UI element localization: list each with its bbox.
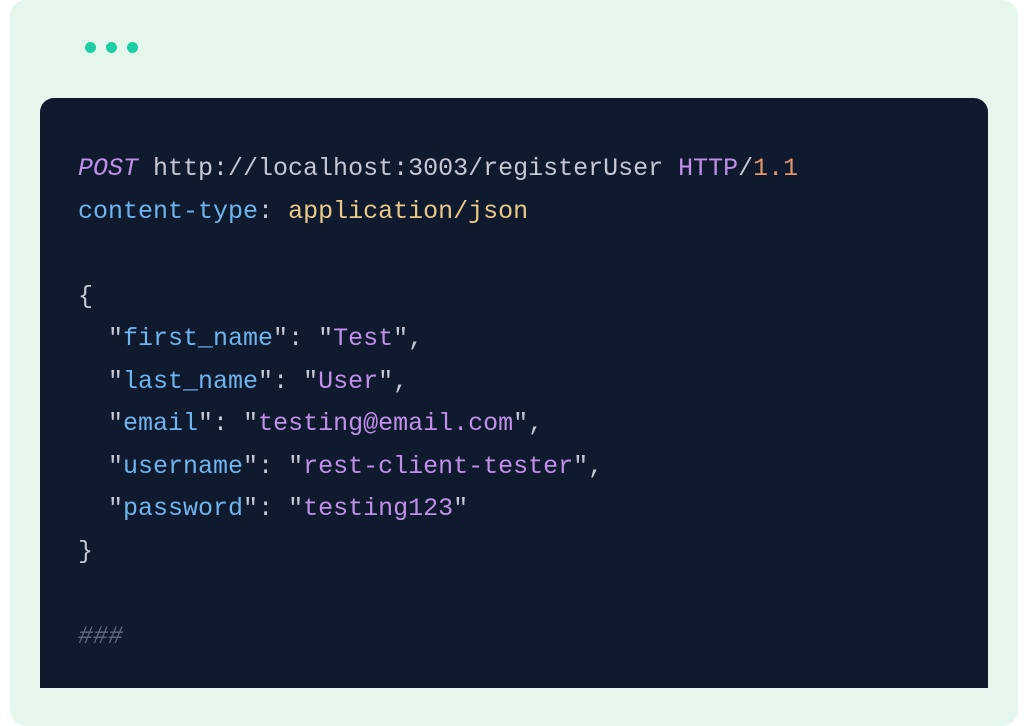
json-field-line: "email": "testing@email.com", xyxy=(78,403,950,446)
json-value: testing@email.com xyxy=(258,409,513,438)
header-line: content-type: application/json xyxy=(78,191,950,234)
json-value: rest-client-tester xyxy=(303,452,573,481)
traffic-light-dot-icon[interactable] xyxy=(85,42,96,53)
json-key: first_name xyxy=(123,324,273,353)
json-field-line: "first_name": "Test", xyxy=(78,318,950,361)
protocol-separator: / xyxy=(738,154,753,183)
request-separator: ### xyxy=(78,616,950,659)
json-key: last_name xyxy=(123,367,258,396)
json-key: email xyxy=(123,409,198,438)
header-name: content-type xyxy=(78,197,258,226)
json-value: testing123 xyxy=(303,494,453,523)
window-traffic-lights xyxy=(85,42,138,53)
json-field-line: "password": "testing123" xyxy=(78,488,950,531)
json-key: username xyxy=(123,452,243,481)
request-line: POST http://localhost:3003/registerUser … xyxy=(78,148,950,191)
traffic-light-dot-icon[interactable] xyxy=(106,42,117,53)
editor-window: POST http://localhost:3003/registerUser … xyxy=(10,0,1018,726)
http-method: POST xyxy=(78,154,138,183)
json-open-brace: { xyxy=(78,276,950,319)
json-value: User xyxy=(318,367,378,396)
json-field-line: "username": "rest-client-tester", xyxy=(78,446,950,489)
traffic-light-dot-icon[interactable] xyxy=(127,42,138,53)
json-field-line: "last_name": "User", xyxy=(78,361,950,404)
header-separator: : xyxy=(258,197,273,226)
protocol-version: 1.1 xyxy=(753,154,798,183)
blank-line xyxy=(78,573,950,616)
protocol-label: HTTP xyxy=(678,154,738,183)
request-url: http://localhost:3003/registerUser xyxy=(153,154,663,183)
http-request-code-block[interactable]: POST http://localhost:3003/registerUser … xyxy=(40,98,988,688)
blank-line xyxy=(78,233,950,276)
json-close-brace: } xyxy=(78,531,950,574)
json-key: password xyxy=(123,494,243,523)
json-value: Test xyxy=(333,324,393,353)
header-value: application/json xyxy=(288,197,528,226)
